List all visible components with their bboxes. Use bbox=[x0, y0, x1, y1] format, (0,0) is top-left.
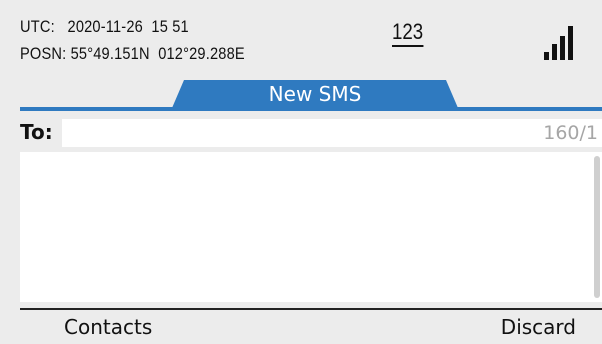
tab-new-sms-label: New SMS bbox=[268, 82, 362, 106]
sms-compose-screen: UTC: 2020-11-26 15 51 POSN: 55°49.151N 0… bbox=[0, 0, 602, 344]
latitude: 55°49.151N bbox=[70, 44, 150, 63]
position-readout: POSN: 55°49.151N 012°29.288E bbox=[20, 44, 245, 64]
recipient-input[interactable] bbox=[62, 119, 524, 147]
signal-strength-icon bbox=[542, 20, 578, 60]
tab-bar: New SMS bbox=[0, 80, 602, 111]
posn-label: POSN: bbox=[20, 44, 67, 63]
to-label: To: bbox=[20, 120, 53, 144]
utc-label: UTC: bbox=[20, 17, 55, 36]
discard-softkey[interactable]: Discard bbox=[501, 314, 576, 340]
status-bar: UTC: 2020-11-26 15 51 POSN: 55°49.151N 0… bbox=[0, 0, 602, 80]
tab-underline bbox=[20, 107, 602, 111]
input-mode-indicator: 123 bbox=[392, 21, 424, 47]
softkey-divider bbox=[20, 308, 602, 310]
longitude: 012°29.288E bbox=[158, 44, 245, 63]
character-counter: 160/1 bbox=[524, 119, 602, 147]
utc-readout: UTC: 2020-11-26 15 51 bbox=[20, 17, 189, 37]
utc-time: 15 51 bbox=[151, 17, 189, 36]
recipient-row: To: 160/1 bbox=[0, 116, 602, 150]
message-input[interactable] bbox=[20, 152, 586, 302]
utc-date: 2020-11-26 bbox=[67, 17, 143, 36]
message-body-area bbox=[20, 152, 602, 302]
message-scrollbar[interactable] bbox=[594, 156, 600, 298]
contacts-softkey[interactable]: Contacts bbox=[64, 314, 152, 340]
